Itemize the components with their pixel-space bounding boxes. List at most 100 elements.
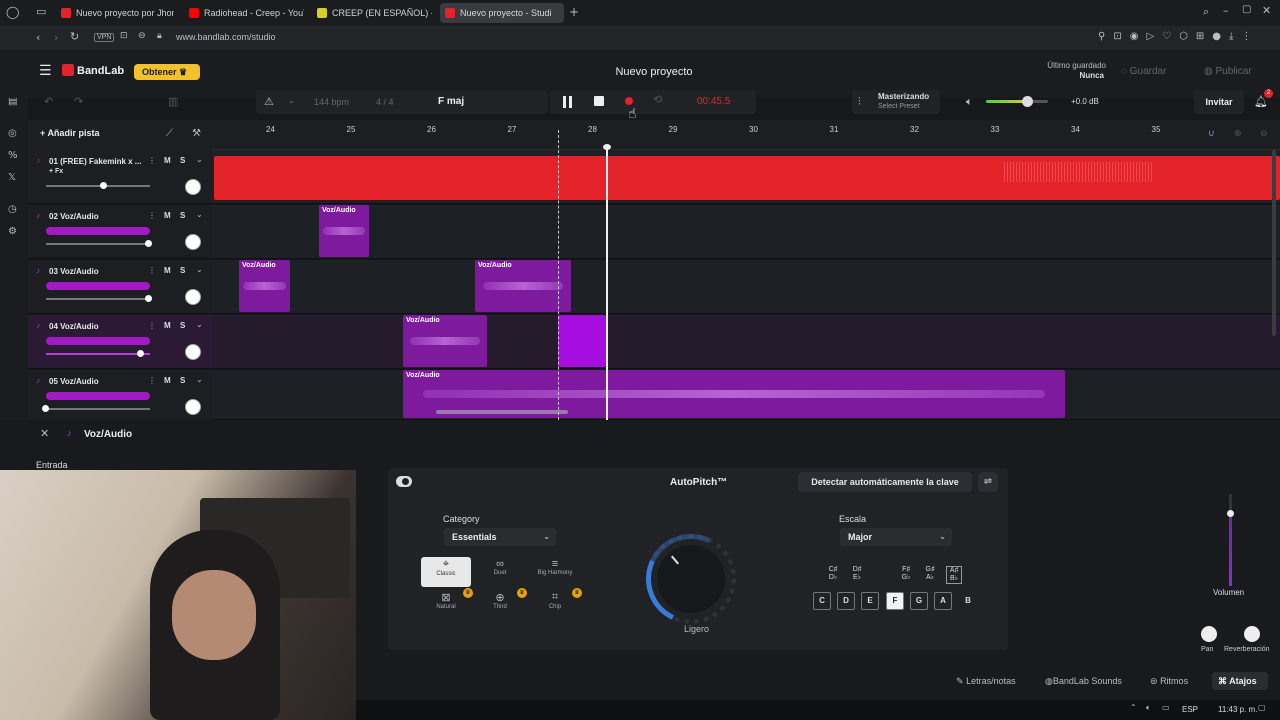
key-field[interactable]: F maj (438, 96, 464, 107)
chevron-down-icon[interactable]: ⌄ (196, 375, 203, 384)
mute-button[interactable]: M (164, 321, 171, 330)
search-tabs-icon[interactable]: ⌕ (1203, 5, 1209, 19)
maximize-icon[interactable]: ▢ (1242, 4, 1251, 15)
messenger-icon[interactable]: ◎ (8, 128, 17, 139)
key-d-sharp[interactable]: D♯ E♭ (849, 566, 865, 582)
settings-icon[interactable]: ⚙ (8, 226, 17, 237)
master-volume-knob[interactable] (1022, 96, 1033, 107)
url-field[interactable]: www.bandlab.com/studio (176, 32, 276, 42)
key-a-sharp[interactable]: A♯ B♭ (946, 566, 962, 584)
camera-icon[interactable]: ◉ (1130, 31, 1139, 45)
browser-logo-icon[interactable]: ◯ (6, 5, 19, 19)
track-header-3[interactable]: ♪ 03 Voz/Audio ⋮ M S ⌄ (28, 260, 212, 314)
zoom-out-icon[interactable]: ⊖ (1260, 129, 1268, 139)
solo-button[interactable]: S (180, 376, 185, 385)
category-big-harmony[interactable]: ≡ Big Harmony (530, 557, 580, 587)
track-header-1[interactable]: ♪ 01 (FREE) Fakemink x ... + Fx ⋮ M S ⌄ (28, 150, 212, 204)
vpn-badge[interactable]: VPN (94, 33, 115, 42)
playhead[interactable] (606, 146, 608, 420)
loop-marker-line[interactable] (558, 130, 559, 420)
plugin-settings-icon[interactable]: ⇌ (978, 472, 998, 492)
volume-tray-icon[interactable]: 🔈︎ (1146, 703, 1151, 713)
chevron-down-icon[interactable]: ⌄ (196, 210, 203, 219)
solo-button[interactable]: S (180, 156, 185, 165)
speaker-icon[interactable]: 🔈︎ (966, 95, 973, 109)
zoom-in-icon[interactable]: ⊕ (1234, 129, 1242, 139)
key-a[interactable]: A (934, 592, 952, 610)
track-menu-icon[interactable]: ⋮ (148, 321, 156, 330)
effect-chain-pill[interactable] (46, 227, 150, 235)
track-volume-thumb[interactable] (42, 405, 49, 412)
audio-clip[interactable]: Voz/Audio (239, 260, 290, 312)
key-d[interactable]: D (837, 592, 855, 610)
shortcuts-button[interactable]: ⌘ Atajos (1212, 672, 1268, 690)
key-f[interactable]: F (886, 592, 904, 610)
autopitch-toggle[interactable] (396, 476, 412, 487)
mute-button[interactable]: M (164, 211, 171, 220)
invite-button[interactable]: Invitar (1194, 90, 1244, 114)
audio-clip[interactable]: Voz/Audio (475, 260, 571, 312)
solo-button[interactable]: S (180, 211, 185, 220)
close-window-icon[interactable]: ✕ (1262, 4, 1271, 17)
track-volume-slider[interactable] (46, 408, 150, 410)
heart-icon[interactable]: ♡ (1162, 31, 1171, 45)
pan-knob[interactable] (185, 344, 201, 360)
track-volume-thumb[interactable] (1227, 510, 1234, 517)
save-button[interactable]: ◌ Guardar (1115, 62, 1191, 82)
lock-icon[interactable]: ⊖ (138, 31, 146, 41)
close-panel-icon[interactable]: ✕ (40, 427, 49, 440)
track-volume-thumb[interactable] (145, 240, 152, 247)
audio-clip[interactable]: Voz/Audio (403, 315, 487, 367)
pan-knob[interactable] (185, 399, 201, 415)
track-name[interactable]: 02 Voz/Audio (49, 212, 99, 221)
horizontal-scrollbar[interactable] (436, 410, 568, 414)
x-icon[interactable]: 𝕏 (8, 172, 16, 183)
tray-chevron-icon[interactable]: ⌃ (1130, 703, 1137, 712)
redo-icon[interactable]: ↷ (74, 95, 83, 108)
track-volume-thumb[interactable] (137, 350, 144, 357)
category-duet[interactable]: ∞ Duet (475, 557, 525, 587)
track-name[interactable]: 03 Voz/Audio (49, 267, 99, 276)
publish-button[interactable]: ◍ Publicar (1198, 62, 1274, 82)
pan-knob[interactable] (185, 289, 201, 305)
loop-icon[interactable]: ⟲ (653, 93, 662, 106)
track-volume-slider[interactable] (46, 298, 150, 300)
playhead-handle[interactable] (603, 144, 611, 150)
percent-icon[interactable]: % (8, 150, 18, 161)
time-signature-field[interactable]: 4 / 4 (376, 97, 394, 107)
chevron-down-icon[interactable]: ⌄ (196, 155, 203, 164)
minimize-icon[interactable]: – (1223, 4, 1229, 17)
track-header-5[interactable]: ♪ 05 Voz/Audio ⋮ M S ⌄ (28, 370, 212, 424)
language-indicator[interactable]: ESP (1182, 705, 1198, 714)
master-volume-slider[interactable] (986, 100, 1048, 103)
track-name[interactable]: 04 Voz/Audio (49, 322, 99, 331)
track-lane-4[interactable]: Voz/Audio (212, 315, 1280, 369)
track-volume-slider[interactable] (46, 243, 150, 245)
cube-icon[interactable]: ⬡ (1179, 31, 1188, 45)
account-icon[interactable]: ● (1212, 31, 1221, 45)
audio-clip[interactable] (214, 156, 1280, 200)
track-volume-slider[interactable] (46, 353, 150, 355)
automation-icon[interactable]: ⟋ (166, 128, 173, 139)
vertical-scrollbar[interactable] (1272, 150, 1276, 336)
key-b[interactable]: B (959, 592, 977, 610)
track-name[interactable]: 01 (FREE) Fakemink x ... (49, 157, 141, 166)
reverb-knob[interactable] (1244, 626, 1260, 642)
add-track-button[interactable]: + Añadir pista (40, 128, 99, 138)
extensions-icon[interactable]: ⊞ (1196, 31, 1204, 45)
recording-clip[interactable] (558, 315, 606, 367)
bpm-field[interactable]: 144 bpm (314, 97, 349, 107)
effect-chain-pill[interactable] (46, 337, 150, 345)
key-c-sharp[interactable]: C♯ D♭ (825, 566, 841, 582)
record-icon[interactable] (625, 97, 633, 105)
track-lane-2[interactable]: Voz/Audio (212, 205, 1280, 259)
effect-chain-pill[interactable] (46, 392, 150, 400)
effect-chain-pill[interactable] (46, 282, 150, 290)
network-icon[interactable]: ▭ (1162, 703, 1170, 712)
key-f-sharp[interactable]: F♯ G♭ (898, 566, 914, 582)
stop-icon[interactable] (594, 96, 604, 106)
track-lane-3[interactable]: Voz/Audio Voz/Audio (212, 260, 1280, 314)
track-volume-thumb[interactable] (100, 182, 107, 189)
send-icon[interactable]: ▷ (1146, 31, 1154, 45)
pause-icon[interactable] (563, 96, 566, 108)
